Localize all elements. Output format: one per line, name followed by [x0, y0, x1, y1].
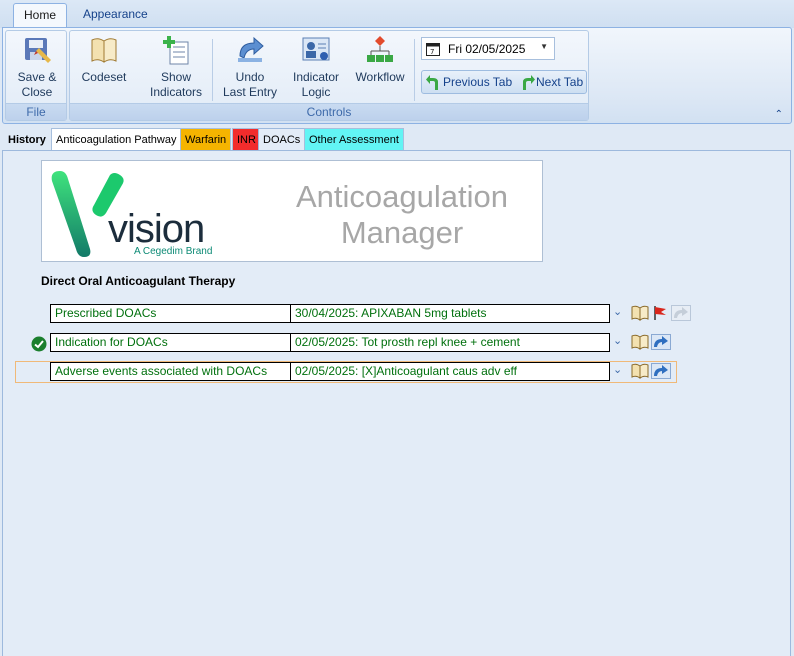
ribbon-tab-strip: Home Appearance — [0, 0, 794, 28]
controls-separator-2 — [414, 39, 415, 101]
show-indicators-icon — [163, 36, 189, 65]
previous-tab-label: Previous Tab — [443, 75, 513, 89]
tab-appearance[interactable]: Appearance — [73, 3, 158, 28]
table-row: Adverse events associated with DOACs 02/… — [50, 362, 610, 381]
prescribed-doacs-label: Prescribed DOACs — [50, 304, 291, 323]
undo-icon[interactable] — [671, 305, 691, 324]
tab-navigation: Previous Tab Next Tab — [421, 70, 587, 94]
indicator-logic-label-2: Logic — [301, 85, 331, 99]
show-indicators-label-2: Indicators — [149, 85, 203, 99]
book-icon[interactable] — [631, 305, 649, 324]
chevron-down-icon[interactable]: ▼ — [540, 42, 548, 51]
indicator-logic-label-1: Indicator — [292, 70, 340, 84]
date-picker[interactable]: 7 Fri 02/05/2025 ▼ — [421, 37, 555, 60]
book-icon — [91, 38, 117, 63]
page-tab-strip: History Anticoagulation Pathway Warfarin… — [0, 128, 794, 151]
undo-icon[interactable] — [651, 334, 671, 353]
prescribed-doacs-field[interactable]: 30/04/2025: APIXABAN 5mg tablets — [290, 304, 610, 323]
workflow-label: Workflow — [355, 70, 405, 84]
show-indicators-label-1: Show — [160, 70, 192, 84]
banner-title: Anticoagulation Manager — [262, 179, 542, 251]
save-close-label-2: Close — [21, 85, 53, 99]
workflow-icon — [367, 36, 393, 62]
page-tab-anticoagulation-pathway[interactable]: Anticoagulation Pathway — [51, 128, 182, 150]
section-title: Direct Oral Anticoagulant Therapy — [41, 274, 236, 288]
next-tab-button[interactable]: Next Tab — [517, 74, 583, 91]
calendar-icon: 7 — [426, 43, 440, 56]
undo-label-1: Undo — [235, 70, 265, 84]
undo-last-entry-button[interactable]: Undo Last Entry — [220, 34, 280, 100]
page-tab-warfarin[interactable]: Warfarin — [180, 128, 232, 150]
svg-text:7: 7 — [430, 48, 434, 56]
indicator-logic-icon — [302, 37, 330, 61]
banner: vision A Cegedim Brand Anticoagulation M… — [41, 160, 543, 262]
tab-home[interactable]: Home — [13, 3, 68, 28]
adverse-events-field[interactable]: 02/05/2025: [X]Anticoagulant caus adv ef… — [290, 362, 610, 381]
save-icon — [25, 38, 51, 63]
indication-doacs-field[interactable]: 02/05/2025: Tot prosth repl knee + cemen… — [290, 333, 610, 352]
book-icon[interactable] — [631, 363, 649, 382]
table-row: Indication for DOACs 02/05/2025: Tot pro… — [50, 333, 610, 352]
controls-group-label: Controls — [70, 103, 588, 120]
check-icon — [31, 336, 47, 352]
date-value: Fri 02/05/2025 — [448, 42, 526, 56]
collapse-ribbon-icon[interactable]: ⌃ — [775, 109, 783, 120]
workflow-button[interactable]: Workflow — [352, 34, 408, 85]
indication-doacs-label: Indication for DOACs — [50, 333, 291, 352]
undo-label-2: Last Entry — [222, 85, 278, 99]
controls-separator — [212, 39, 213, 101]
brand-tagline: A Cegedim Brand — [134, 246, 213, 257]
chevron-down-icon[interactable]: ⌄ — [613, 334, 622, 347]
book-icon[interactable] — [631, 334, 649, 353]
chevron-down-icon[interactable]: ⌄ — [613, 363, 622, 376]
flag-icon[interactable] — [653, 305, 667, 324]
codeset-label: Codeset — [81, 70, 127, 84]
codeset-button[interactable]: Codeset — [78, 34, 130, 85]
table-row: Prescribed DOACs 30/04/2025: APIXABAN 5m… — [50, 304, 610, 323]
page-tab-inr[interactable]: INR — [232, 128, 261, 150]
page-tab-history[interactable]: History — [3, 128, 51, 150]
adverse-events-label: Adverse events associated with DOACs — [50, 362, 291, 381]
file-group-label: File — [6, 103, 66, 120]
save-close-button[interactable]: Save & Close — [12, 34, 62, 100]
indicator-logic-button[interactable]: Indicator Logic — [286, 34, 346, 100]
chevron-down-icon[interactable]: ⌄ — [613, 305, 622, 318]
next-tab-label: Next Tab — [536, 75, 584, 89]
previous-tab-button[interactable]: Previous Tab — [424, 74, 512, 91]
banner-title-line-1: Anticoagulation — [296, 179, 508, 214]
ribbon: Save & Close File Codeset Show Indicator… — [2, 27, 792, 124]
show-indicators-button[interactable]: Show Indicators — [146, 34, 206, 100]
page-tab-other-assessment[interactable]: Other Assessment — [304, 128, 404, 150]
previous-tab-icon — [426, 75, 438, 90]
next-tab-icon — [523, 75, 535, 90]
page-tab-doacs[interactable]: DOACs — [258, 128, 306, 151]
banner-title-line-2: Manager — [340, 215, 464, 250]
file-group: Save & Close File — [5, 30, 67, 121]
undo-icon — [238, 36, 264, 62]
undo-icon[interactable] — [651, 363, 671, 382]
save-close-label-1: Save & — [17, 70, 57, 84]
